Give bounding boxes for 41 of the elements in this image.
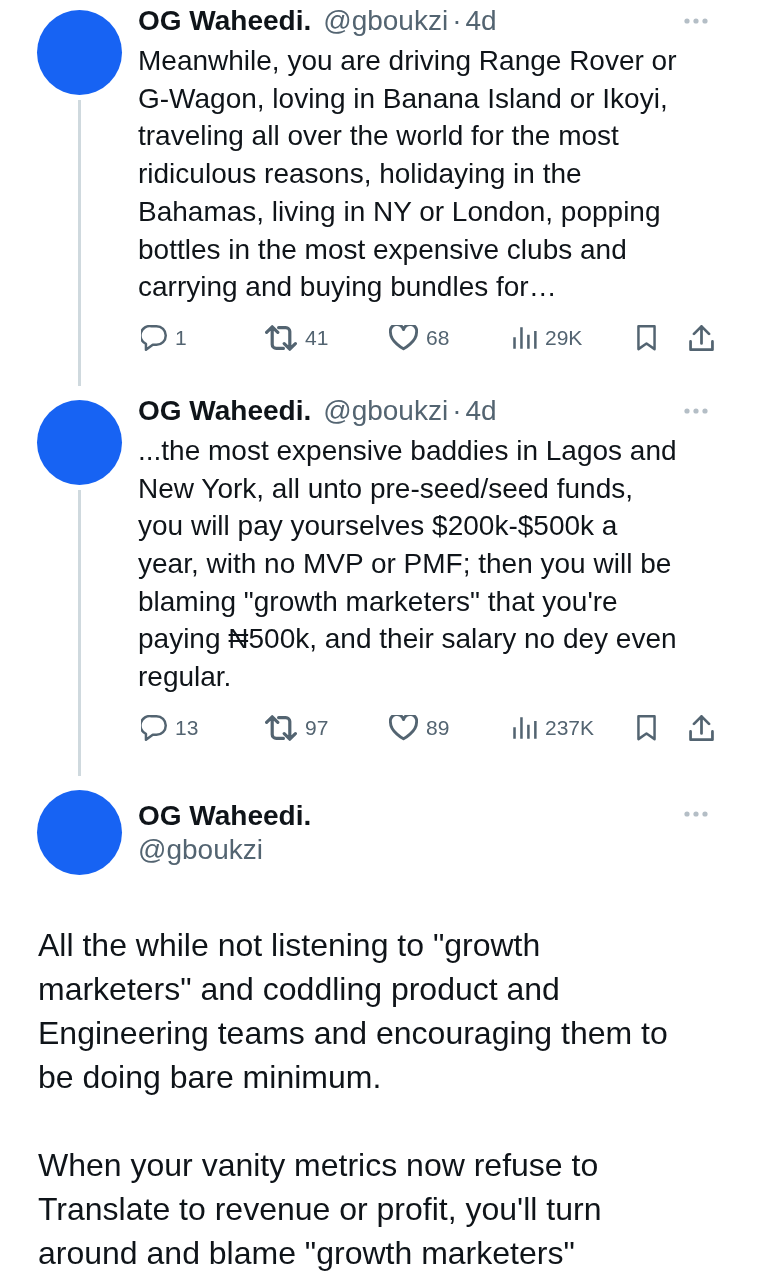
- heart-icon: [389, 324, 418, 351]
- heart-icon: [389, 714, 418, 741]
- bar-chart-icon: [513, 714, 537, 741]
- more-icon: [684, 18, 708, 24]
- bookmark-button[interactable]: [637, 324, 656, 351]
- more-icon: [684, 810, 708, 817]
- share-icon: [689, 324, 714, 351]
- bookmark-icon: [637, 324, 656, 351]
- repost-icon: [265, 714, 297, 741]
- author-name[interactable]: OG Waheedi.: [138, 396, 312, 425]
- author-name[interactable]: OG Waheedi.: [138, 798, 312, 833]
- author-handle[interactable]: @gboukzi: [323, 396, 449, 425]
- dot-separator: ·: [452, 7, 462, 35]
- dot-separator: ·: [452, 396, 462, 425]
- more-icon: [684, 407, 708, 414]
- share-button[interactable]: [689, 714, 714, 741]
- post-time[interactable]: 4d: [465, 396, 497, 425]
- post-text: ...the most expensive baddies in Lagos and New York, all unto pre-seed/seed funds, you will pay yourselves $200k-$500k a year, with no MVP or PMF; then you will be blaming "growth marketers" that you're paying ₦500k, and their salary no dey even regular.: [138, 433, 678, 695]
- author-name[interactable]: OG Waheedi.: [138, 7, 312, 35]
- like-button[interactable]: 89: [389, 714, 513, 741]
- post-text: When your vanity metrics now refuse to Translate to revenue or profit, you'll turn around and blame "growth marketers": [38, 1145, 603, 1273]
- bookmark-icon: [637, 714, 656, 741]
- views-button[interactable]: 29K: [513, 324, 637, 351]
- views-button[interactable]: 237K: [513, 714, 637, 741]
- author-handle[interactable]: @gboukzi: [323, 7, 449, 35]
- reply-button[interactable]: 1: [141, 324, 265, 351]
- share-icon: [689, 714, 714, 741]
- share-button[interactable]: [689, 324, 714, 351]
- reply-button[interactable]: 13: [141, 714, 265, 741]
- post-text: Meanwhile, you are driving Range Rover or G-Wagon, loving in Banana Island or Ikoyi, traveling all over the world for the most ridiculous reasons, holidaying in the Bahamas, living in NY or London, popping bottles in the most expensive clubs and carrying and buying bundles for…: [138, 44, 678, 305]
- bookmark-button[interactable]: [637, 714, 656, 741]
- post-time[interactable]: 4d: [465, 7, 497, 35]
- like-button[interactable]: 68: [389, 324, 513, 351]
- post-text: All the while not listening to "growth marketers" and coddling product and Engineering teams and encouraging them to be doing bare minimum.: [38, 925, 669, 1097]
- repost-button[interactable]: 41: [265, 324, 389, 351]
- repost-button[interactable]: 97: [265, 714, 389, 741]
- author-handle[interactable]: @gboukzi: [138, 832, 263, 867]
- comment-icon: [141, 714, 167, 741]
- bar-chart-icon: [513, 324, 537, 351]
- repost-icon: [265, 324, 297, 351]
- comment-icon: [141, 324, 167, 351]
